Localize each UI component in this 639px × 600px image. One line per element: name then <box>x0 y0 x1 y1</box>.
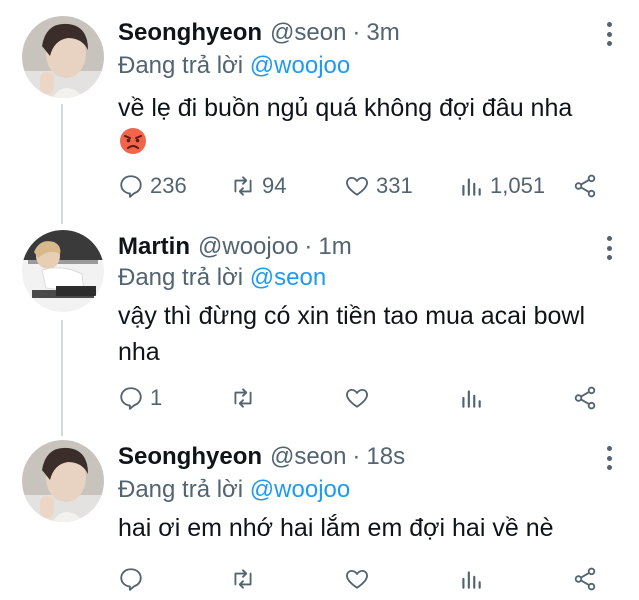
tweet-header: Seonghyeon @seon · 18s <box>118 440 405 474</box>
reply-mention-link[interactable]: @woojoo <box>250 476 350 503</box>
replying-to: Đang trả lời @seon <box>118 264 326 292</box>
reply-prefix: Đang trả lời <box>118 52 244 79</box>
views-button[interactable] <box>458 383 490 413</box>
display-name[interactable]: Seonghyeon <box>118 443 262 471</box>
reply-prefix: Đang trả lời <box>118 476 244 503</box>
retweet-button[interactable] <box>230 564 262 594</box>
reply-icon <box>120 568 142 591</box>
share-icon <box>574 567 596 591</box>
like-count: 331 <box>376 173 413 198</box>
reply-button[interactable]: 1 <box>118 383 162 413</box>
user-handle[interactable]: @seon <box>270 443 346 471</box>
separator-dot: · <box>304 233 313 260</box>
display-name[interactable]: Seonghyeon <box>118 19 262 47</box>
avatar-photo <box>22 440 104 522</box>
reply-button[interactable]: 236 <box>118 171 187 201</box>
like-button[interactable] <box>344 564 376 594</box>
like-icon <box>346 176 368 196</box>
like-button[interactable]: 331 <box>344 171 413 201</box>
views-button[interactable]: 1,051 <box>458 171 545 201</box>
timestamp[interactable]: 3m <box>366 19 399 47</box>
replying-to: Đang trả lời @woojoo <box>118 476 350 504</box>
views-count: 1,051 <box>490 173 546 198</box>
avatar[interactable] <box>22 16 104 98</box>
reply-count: 1 <box>150 385 163 410</box>
views-icon <box>462 571 481 589</box>
retweet-icon <box>234 569 252 589</box>
replying-to: Đang trả lời @woojoo <box>118 52 350 80</box>
separator-dot: · <box>352 443 361 470</box>
share-button[interactable] <box>572 171 598 201</box>
more-options-icon[interactable] <box>603 22 615 46</box>
retweet-count: 94 <box>262 173 287 198</box>
retweet-button[interactable] <box>230 383 262 413</box>
tweet-text: hai ơi em nhớ hai lắm em đợi hai về nè <box>118 514 554 542</box>
avatar[interactable] <box>22 440 104 522</box>
avatar-photo <box>22 16 104 98</box>
share-button[interactable] <box>572 383 598 413</box>
reply-button[interactable] <box>118 564 150 594</box>
reply-prefix: Đang trả lời <box>118 264 244 291</box>
like-icon <box>346 388 368 408</box>
tweet[interactable]: Martin @woojoo · 1m Đang trả lời @seon v… <box>0 230 639 420</box>
user-handle[interactable]: @woojoo <box>198 233 298 261</box>
tweet-header: Martin @woojoo · 1m <box>118 230 352 264</box>
views-button[interactable] <box>458 564 490 594</box>
avatar[interactable] <box>22 230 104 312</box>
timestamp[interactable]: 18s <box>366 443 405 471</box>
angry-face-icon <box>118 126 148 156</box>
like-icon <box>346 569 368 589</box>
reply-mention-link[interactable]: @seon <box>250 264 326 291</box>
share-icon <box>574 174 596 198</box>
timestamp[interactable]: 1m <box>318 233 351 261</box>
more-options-icon[interactable] <box>603 446 615 470</box>
share-button[interactable] <box>572 564 598 594</box>
retweet-icon <box>234 176 252 196</box>
share-icon <box>574 386 596 410</box>
tweet[interactable]: Seonghyeon @seon · 18s Đang trả lời @woo… <box>0 440 639 600</box>
reply-mention-link[interactable]: @woojoo <box>250 52 350 79</box>
tweet-text: về lẹ đi buồn ngủ quá không đợi đâu nha <box>118 94 573 122</box>
separator-dot: · <box>352 19 361 46</box>
more-options-icon[interactable] <box>603 236 615 260</box>
reply-count: 236 <box>150 173 187 198</box>
retweet-button[interactable]: 94 <box>230 171 286 201</box>
tweet-actions <box>118 564 608 594</box>
tweet-actions: 236 94 331 1,051 <box>118 171 608 201</box>
tweet[interactable]: Seonghyeon @seon · 3m Đang trả lời @wooj… <box>0 16 639 216</box>
user-handle[interactable]: @seon <box>270 19 346 47</box>
tweet-text: vậy thì đừng có xin tiền tao mua acai bo… <box>118 302 585 366</box>
retweet-icon <box>234 388 252 408</box>
display-name[interactable]: Martin <box>118 233 190 261</box>
views-icon <box>462 178 481 196</box>
avatar-photo <box>22 230 104 312</box>
reply-icon <box>120 175 142 198</box>
views-icon <box>462 390 481 408</box>
reply-icon <box>120 387 142 410</box>
tweet-actions: 1 <box>118 383 608 413</box>
like-button[interactable] <box>344 383 376 413</box>
tweet-header: Seonghyeon @seon · 3m <box>118 16 400 50</box>
